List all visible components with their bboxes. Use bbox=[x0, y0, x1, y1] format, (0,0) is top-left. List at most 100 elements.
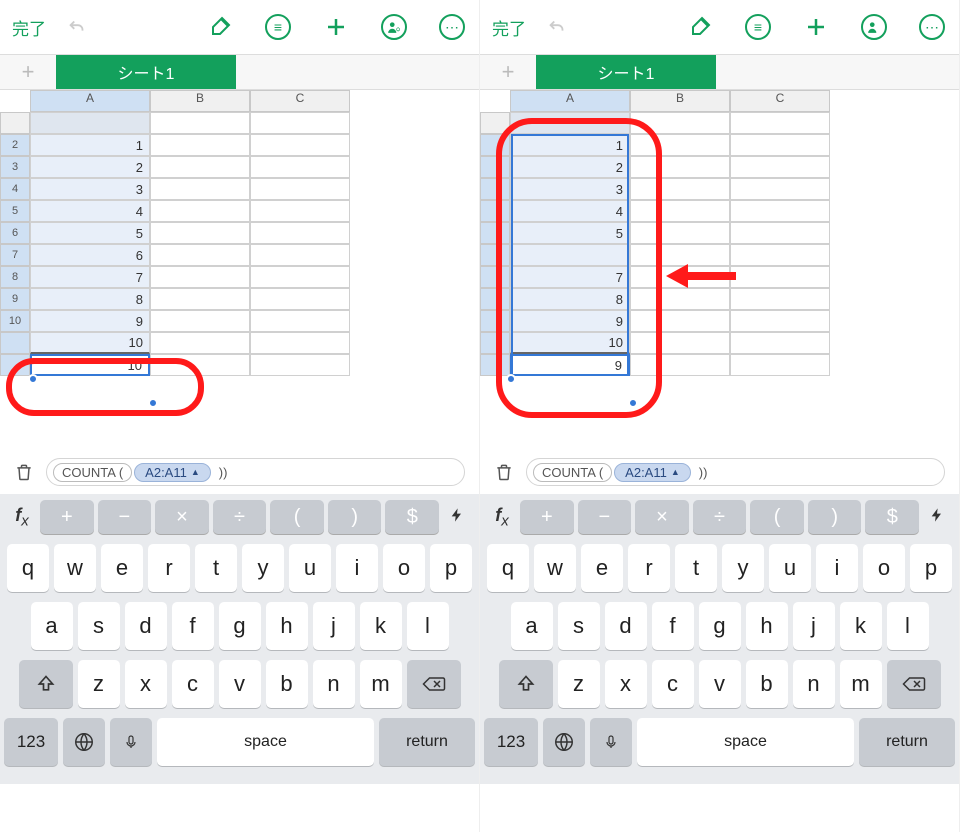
range-pill[interactable]: A2:A11 ▲ bbox=[134, 463, 211, 482]
key-m[interactable]: m bbox=[840, 660, 882, 708]
key-a[interactable]: a bbox=[511, 602, 553, 650]
trash-icon[interactable] bbox=[494, 461, 516, 483]
add-sheet-button[interactable]: + bbox=[0, 55, 56, 89]
key-e[interactable]: e bbox=[101, 544, 143, 592]
op-key-dollar[interactable]: $ bbox=[865, 500, 919, 534]
col-header-C[interactable]: C bbox=[730, 90, 830, 112]
more-icon[interactable]: ⋯ bbox=[437, 12, 467, 42]
cell[interactable]: 5 bbox=[30, 222, 150, 244]
cell[interactable]: 7 bbox=[510, 266, 630, 288]
filter-icon[interactable]: ≡ bbox=[743, 12, 773, 42]
key-e[interactable]: e bbox=[581, 544, 623, 592]
mic-key[interactable] bbox=[590, 718, 632, 766]
done-button[interactable]: 完了 bbox=[492, 15, 526, 40]
col-header-C[interactable]: C bbox=[250, 90, 350, 112]
sheet-tab[interactable]: シート1 bbox=[56, 55, 236, 89]
key-n[interactable]: n bbox=[793, 660, 835, 708]
key-o[interactable]: o bbox=[863, 544, 905, 592]
key-v[interactable]: v bbox=[699, 660, 741, 708]
cell[interactable] bbox=[30, 112, 150, 134]
formula-input[interactable]: COUNTA ( A2:A11 ▲ )) bbox=[526, 458, 945, 486]
key-c[interactable]: c bbox=[172, 660, 214, 708]
plus-icon[interactable] bbox=[801, 12, 831, 42]
key-p[interactable]: p bbox=[430, 544, 472, 592]
cell[interactable]: 9 bbox=[30, 310, 150, 332]
key-c[interactable]: c bbox=[652, 660, 694, 708]
selection-handle[interactable] bbox=[28, 374, 38, 384]
cell[interactable]: 4 bbox=[30, 200, 150, 222]
bolt-icon[interactable] bbox=[923, 505, 951, 530]
op-key-lparen[interactable]: ( bbox=[270, 500, 324, 534]
key-t[interactable]: t bbox=[195, 544, 237, 592]
return-key[interactable]: return bbox=[379, 718, 475, 766]
backspace-key[interactable] bbox=[887, 660, 941, 708]
op-key-minus[interactable]: − bbox=[98, 500, 152, 534]
key-z[interactable]: z bbox=[558, 660, 600, 708]
key-q[interactable]: q bbox=[7, 544, 49, 592]
cell[interactable] bbox=[150, 112, 250, 134]
mic-key[interactable] bbox=[110, 718, 152, 766]
key-w[interactable]: w bbox=[534, 544, 576, 592]
more-icon[interactable]: ⋯ bbox=[917, 12, 947, 42]
op-key-lparen[interactable]: ( bbox=[750, 500, 804, 534]
key-x[interactable]: x bbox=[125, 660, 167, 708]
row-header[interactable]: 3 bbox=[0, 156, 30, 178]
active-cell[interactable]: 10 bbox=[30, 354, 150, 376]
plus-icon[interactable] bbox=[321, 12, 351, 42]
cell[interactable]: 3 bbox=[30, 178, 150, 200]
range-pill[interactable]: A2:A11 ▲ bbox=[614, 463, 691, 482]
key-q[interactable]: q bbox=[487, 544, 529, 592]
op-key-rparen[interactable]: ) bbox=[808, 500, 862, 534]
shift-key[interactable] bbox=[19, 660, 73, 708]
function-pill[interactable]: COUNTA ( bbox=[53, 463, 132, 482]
cell[interactable]: 8 bbox=[510, 288, 630, 310]
shift-key[interactable] bbox=[499, 660, 553, 708]
key-g[interactable]: g bbox=[699, 602, 741, 650]
formula-input[interactable]: COUNTA ( A2:A11 ▲ )) bbox=[46, 458, 465, 486]
op-key-plus[interactable]: + bbox=[40, 500, 94, 534]
cell[interactable]: 6 bbox=[30, 244, 150, 266]
key-f[interactable]: f bbox=[652, 602, 694, 650]
bolt-icon[interactable] bbox=[443, 505, 471, 530]
key-y[interactable]: y bbox=[242, 544, 284, 592]
key-h[interactable]: h bbox=[266, 602, 308, 650]
key-j[interactable]: j bbox=[793, 602, 835, 650]
op-key-dollar[interactable]: $ bbox=[385, 500, 439, 534]
key-u[interactable]: u bbox=[289, 544, 331, 592]
cell[interactable]: 10 bbox=[30, 332, 150, 354]
selection-handle[interactable] bbox=[148, 398, 158, 408]
col-header-B[interactable]: B bbox=[150, 90, 250, 112]
key-t[interactable]: t bbox=[675, 544, 717, 592]
cell[interactable]: 9 bbox=[510, 310, 630, 332]
key-d[interactable]: d bbox=[605, 602, 647, 650]
row-header[interactable] bbox=[0, 332, 30, 354]
filter-icon[interactable]: ≡ bbox=[263, 12, 293, 42]
space-key[interactable]: space bbox=[157, 718, 374, 766]
globe-key[interactable] bbox=[543, 718, 585, 766]
paint-icon[interactable] bbox=[685, 12, 715, 42]
key-j[interactable]: j bbox=[313, 602, 355, 650]
key-a[interactable]: a bbox=[31, 602, 73, 650]
function-pill[interactable]: COUNTA ( bbox=[533, 463, 612, 482]
cell[interactable]: 7 bbox=[30, 266, 150, 288]
key-l[interactable]: l bbox=[887, 602, 929, 650]
cell[interactable]: 1 bbox=[510, 134, 630, 156]
op-key-minus[interactable]: − bbox=[578, 500, 632, 534]
key-b[interactable]: b bbox=[746, 660, 788, 708]
op-key-times[interactable]: × bbox=[635, 500, 689, 534]
row-header[interactable]: 9 bbox=[0, 288, 30, 310]
cell[interactable] bbox=[250, 112, 350, 134]
selection-handle[interactable] bbox=[628, 398, 638, 408]
key-u[interactable]: u bbox=[769, 544, 811, 592]
cell[interactable]: 2 bbox=[510, 156, 630, 178]
fx-button[interactable]: fx bbox=[8, 505, 36, 530]
col-header-A[interactable]: A bbox=[510, 90, 630, 112]
row-header[interactable]: 2 bbox=[0, 134, 30, 156]
share-icon[interactable] bbox=[859, 12, 889, 42]
space-key[interactable]: space bbox=[637, 718, 854, 766]
key-i[interactable]: i bbox=[816, 544, 858, 592]
key-f[interactable]: f bbox=[172, 602, 214, 650]
key-o[interactable]: o bbox=[383, 544, 425, 592]
numbers-key[interactable]: 123 bbox=[4, 718, 58, 766]
trash-icon[interactable] bbox=[14, 461, 36, 483]
